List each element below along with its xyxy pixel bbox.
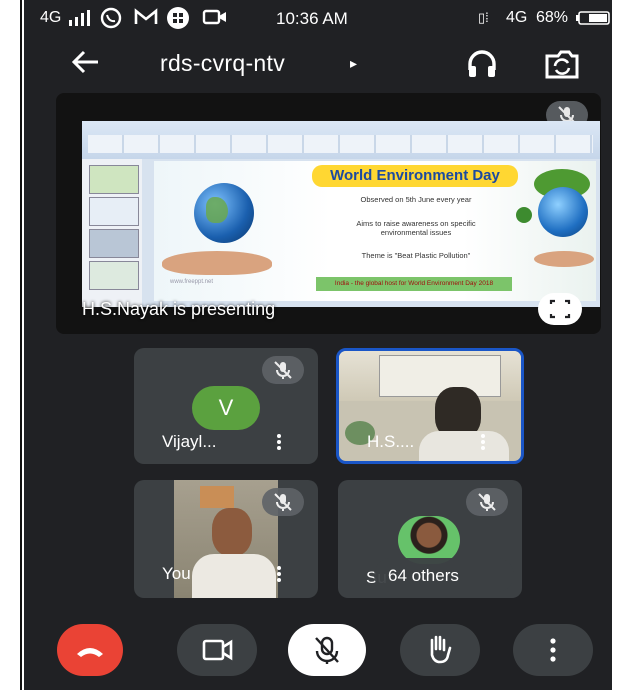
more-vert-icon	[550, 638, 556, 662]
fullscreen-icon[interactable]	[538, 293, 582, 325]
status-bar: 4G 10:36 AM ▯⁞ 4G 68%	[24, 0, 612, 36]
raise-hand-icon	[430, 635, 452, 664]
more-options-button[interactable]	[513, 624, 593, 676]
vibrate-icon: ▯⁞	[478, 10, 489, 25]
network2-label: 4G	[506, 9, 528, 26]
participant-name: Vijayl...	[162, 432, 217, 451]
slide-line-2: Aims to raise awareness on specific envi…	[356, 219, 476, 237]
slide: World Environment Day Observed on 5th Ju…	[154, 161, 596, 301]
slide-footer-bar: India - the global host for World Enviro…	[316, 277, 512, 291]
slide-line-3: Theme is "Beat Plastic Pollution"	[361, 251, 471, 260]
battery-percent: 68%	[536, 9, 569, 26]
participant-name: You	[162, 564, 191, 583]
self-shirt	[192, 554, 276, 598]
whatsapp-icon	[100, 7, 122, 34]
others-tile[interactable]: Su 64 others	[338, 480, 522, 598]
clock: 10:36 AM	[276, 9, 348, 28]
self-face	[212, 508, 252, 556]
end-call-icon	[77, 648, 103, 657]
participant-tile-active[interactable]: H.S....	[336, 348, 524, 464]
arrow-left-icon[interactable]	[70, 46, 102, 86]
call-controls	[24, 606, 612, 690]
mail-icon	[134, 8, 158, 31]
caret-right-icon[interactable]: ▸	[350, 55, 357, 72]
end-call-button[interactable]	[57, 624, 123, 676]
watermark: www.freeppt.net	[170, 279, 214, 285]
battery-icon	[576, 11, 610, 30]
app-icon	[166, 6, 190, 35]
presentation-tile[interactable]: World Environment Day Observed on 5th Ju…	[56, 93, 601, 334]
camera-button[interactable]	[177, 624, 257, 676]
slide-title: World Environment Day	[312, 165, 518, 187]
shared-screen: World Environment Day Observed on 5th Ju…	[82, 121, 600, 307]
left-edge-line	[20, 0, 22, 690]
headphones-icon[interactable]	[464, 46, 500, 82]
camera-icon	[202, 639, 233, 661]
meeting-top-bar: rds-cvrq-ntv ▸	[24, 36, 612, 92]
participant-thumbnail	[398, 516, 460, 564]
earth-image	[538, 187, 588, 237]
banner-image	[379, 355, 501, 397]
raise-hand-button[interactable]	[400, 624, 480, 676]
hands-image	[162, 251, 272, 275]
phone-screen: 4G 10:36 AM ▯⁞ 4G 68% rds-cvrq-ntv ▸ Wor…	[24, 0, 612, 690]
signal-icon	[68, 10, 90, 31]
mic-off-icon	[262, 356, 304, 384]
meeting-code[interactable]: rds-cvrq-ntv	[160, 50, 285, 77]
video-notification-icon	[202, 8, 228, 31]
globe-image	[194, 183, 254, 243]
more-vert-icon[interactable]	[481, 432, 487, 452]
ribbon-toolbar	[82, 121, 600, 159]
more-vert-icon[interactable]	[277, 432, 283, 452]
avatar: V	[192, 386, 260, 430]
switch-camera-icon[interactable]	[542, 46, 582, 82]
participant-tile[interactable]: V Vijayl...	[134, 348, 318, 464]
mic-button[interactable]	[288, 624, 366, 676]
hands-image-2	[534, 251, 594, 267]
slide-line-1: Observed on 5th June every year	[360, 195, 472, 204]
speaker-body	[419, 431, 509, 461]
slide-thumbnails	[82, 159, 142, 307]
participant-tile-self[interactable]: You	[134, 480, 318, 598]
more-vert-icon[interactable]	[277, 564, 283, 584]
leaf-image	[516, 207, 532, 223]
mic-off-icon	[262, 488, 304, 516]
others-count: 64 others	[388, 566, 459, 585]
mic-off-icon	[315, 636, 339, 664]
participant-name: H.S....	[367, 432, 415, 451]
wall-frame	[200, 486, 234, 508]
presenter-label: H.S.Nayak is presenting	[82, 299, 276, 319]
mic-off-icon	[466, 488, 508, 516]
network-label: 4G	[40, 9, 62, 26]
